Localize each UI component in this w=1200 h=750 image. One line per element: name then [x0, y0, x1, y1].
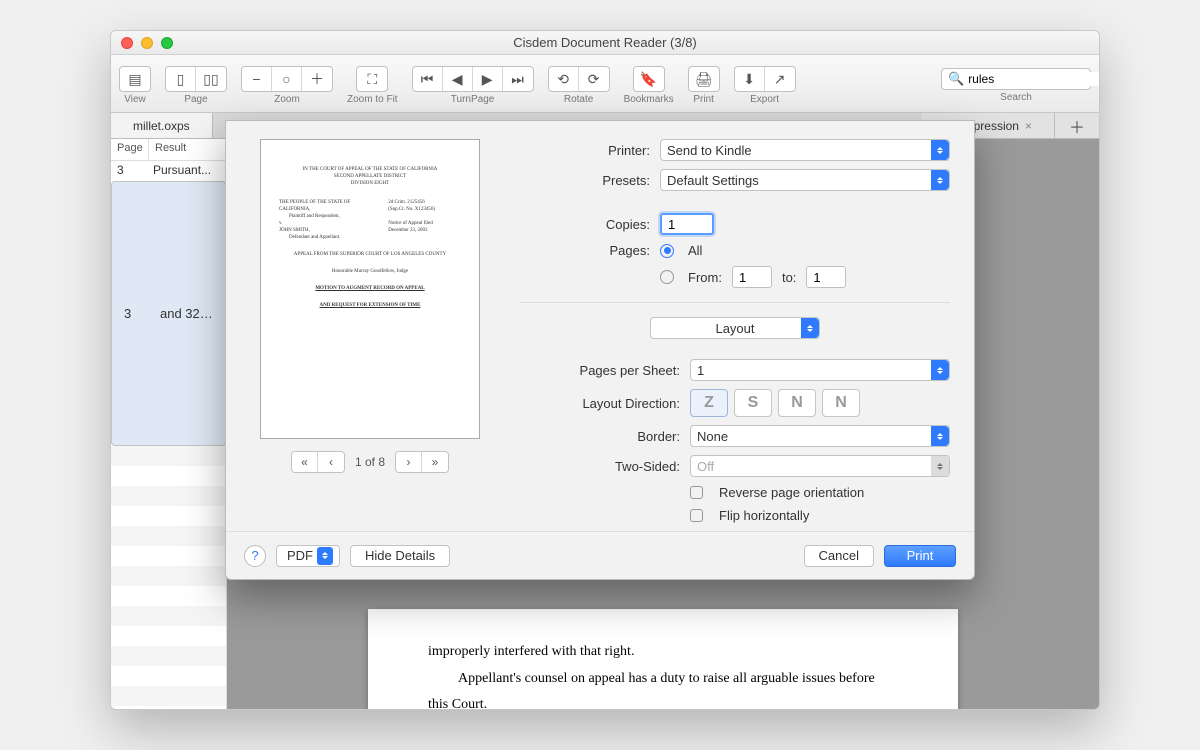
page-double-button[interactable]: ▯▯: [196, 67, 226, 91]
pages-all-label: All: [688, 243, 702, 258]
layout-dir-s-button[interactable]: S: [734, 389, 772, 417]
toolbar: ▤ View ▯ ▯▯ Page − ○ ＋ Zoom ⛶ Zoom to Fi…: [111, 55, 1099, 113]
print-dialog: IN THE COURT OF APPEAL OF THE STATE OF C…: [225, 120, 975, 580]
window-title: Cisdem Document Reader (3/8): [111, 35, 1099, 50]
flip-horizontally-label: Flip horizontally: [719, 508, 809, 523]
preview-next-button[interactable]: ›: [396, 452, 422, 472]
new-tab-button[interactable]: ＋: [1055, 113, 1099, 138]
presets-select[interactable]: Default Settings: [660, 169, 950, 191]
flip-horizontally-checkbox[interactable]: [690, 509, 703, 522]
pages-label: Pages:: [520, 243, 650, 258]
copies-label: Copies:: [520, 217, 650, 232]
col-result: Result: [149, 139, 192, 160]
pages-range-radio[interactable]: [660, 270, 674, 284]
presets-label: Presets:: [520, 173, 650, 188]
layout-dir-z-button[interactable]: Z: [690, 389, 728, 417]
print-label: Print: [693, 94, 714, 105]
last-page-button[interactable]: ⏭: [503, 67, 533, 91]
pages-to-label: to:: [782, 270, 796, 285]
search-field[interactable]: 🔍 ⓧ: [941, 68, 1091, 90]
print-confirm-button[interactable]: Print: [884, 545, 956, 567]
print-button[interactable]: 🖨: [689, 67, 719, 91]
preview-first-button[interactable]: «: [292, 452, 318, 472]
export-label: Export: [750, 94, 779, 105]
turnpage-label: TurnPage: [451, 94, 495, 105]
sidebar-empty: [111, 446, 226, 709]
zoom-to-fit-button[interactable]: ⛶: [357, 67, 387, 91]
zoom-label: Zoom: [274, 94, 300, 105]
view-button[interactable]: ▤: [120, 67, 150, 91]
preview-prev-button[interactable]: ‹: [318, 452, 344, 472]
prev-page-button[interactable]: ◀: [443, 67, 473, 91]
layout-dir-n-button[interactable]: N: [778, 389, 816, 417]
print-preview-page: IN THE COURT OF APPEAL OF THE STATE OF C…: [260, 139, 480, 439]
zoom-reset-button[interactable]: ○: [272, 67, 302, 91]
reverse-orientation-checkbox[interactable]: [690, 486, 703, 499]
copies-input[interactable]: [660, 213, 714, 235]
rotate-right-button[interactable]: ⟳: [579, 67, 609, 91]
search-results-sidebar: Page Result 3 Pursuant... 3 and 32.1...: [111, 139, 227, 709]
pages-per-sheet-label: Pages per Sheet:: [520, 363, 680, 378]
help-button[interactable]: ?: [244, 545, 266, 567]
bookmarks-button[interactable]: 🔖: [634, 67, 664, 91]
page-label: Page: [184, 94, 207, 105]
search-icon: 🔍: [948, 71, 964, 87]
first-page-button[interactable]: ⏮: [413, 67, 443, 91]
two-sided-select: Off: [690, 455, 950, 477]
hide-details-button[interactable]: Hide Details: [350, 545, 450, 567]
pdf-dropdown[interactable]: PDF: [276, 545, 340, 567]
zoomfit-label: Zoom to Fit: [347, 94, 398, 105]
border-select[interactable]: None: [690, 425, 950, 447]
rotate-left-button[interactable]: ⟲: [549, 67, 579, 91]
result-row[interactable]: 3 Pursuant...: [111, 161, 226, 181]
pages-to-input[interactable]: [806, 266, 846, 288]
border-label: Border:: [520, 429, 680, 444]
printer-select[interactable]: Send to Kindle: [660, 139, 950, 161]
col-page: Page: [111, 139, 149, 160]
preview-last-button[interactable]: »: [422, 452, 448, 472]
layout-direction-label: Layout Direction:: [520, 396, 680, 411]
view-label: View: [124, 94, 146, 105]
next-page-button[interactable]: ▶: [473, 67, 503, 91]
result-row[interactable]: 3 and 32.1...: [111, 181, 226, 446]
zoom-out-button[interactable]: −: [242, 67, 272, 91]
titlebar: Cisdem Document Reader (3/8): [111, 31, 1099, 55]
search-label: Search: [1000, 92, 1032, 103]
pages-from-label: From:: [688, 270, 722, 285]
bookmarks-label: Bookmarks: [624, 94, 674, 105]
two-sided-label: Two-Sided:: [520, 459, 680, 474]
dialog-footer: ? PDF Hide Details Cancel Print: [226, 531, 974, 579]
zoom-in-button[interactable]: ＋: [302, 67, 332, 91]
cancel-button[interactable]: Cancel: [804, 545, 874, 567]
document-page: improperly interfered with that right. A…: [368, 609, 958, 709]
pages-per-sheet-select[interactable]: 1: [690, 359, 950, 381]
tab-label: millet.oxps: [133, 119, 190, 133]
layout-dir-n2-button[interactable]: N: [822, 389, 860, 417]
close-tab-icon[interactable]: ×: [1025, 119, 1032, 133]
preview-page-indicator: 1 of 8: [355, 455, 385, 469]
page-single-button[interactable]: ▯: [166, 67, 196, 91]
rotate-label: Rotate: [564, 94, 593, 105]
export-share-button[interactable]: ↗: [765, 67, 795, 91]
pages-all-radio[interactable]: [660, 244, 674, 258]
tab-millet[interactable]: millet.oxps: [111, 113, 213, 138]
export-save-button[interactable]: ⬇: [735, 67, 765, 91]
section-select[interactable]: Layout: [650, 317, 820, 339]
search-input[interactable]: [968, 72, 1100, 86]
pages-from-input[interactable]: [732, 266, 772, 288]
printer-label: Printer:: [520, 143, 650, 158]
reverse-orientation-label: Reverse page orientation: [719, 485, 864, 500]
